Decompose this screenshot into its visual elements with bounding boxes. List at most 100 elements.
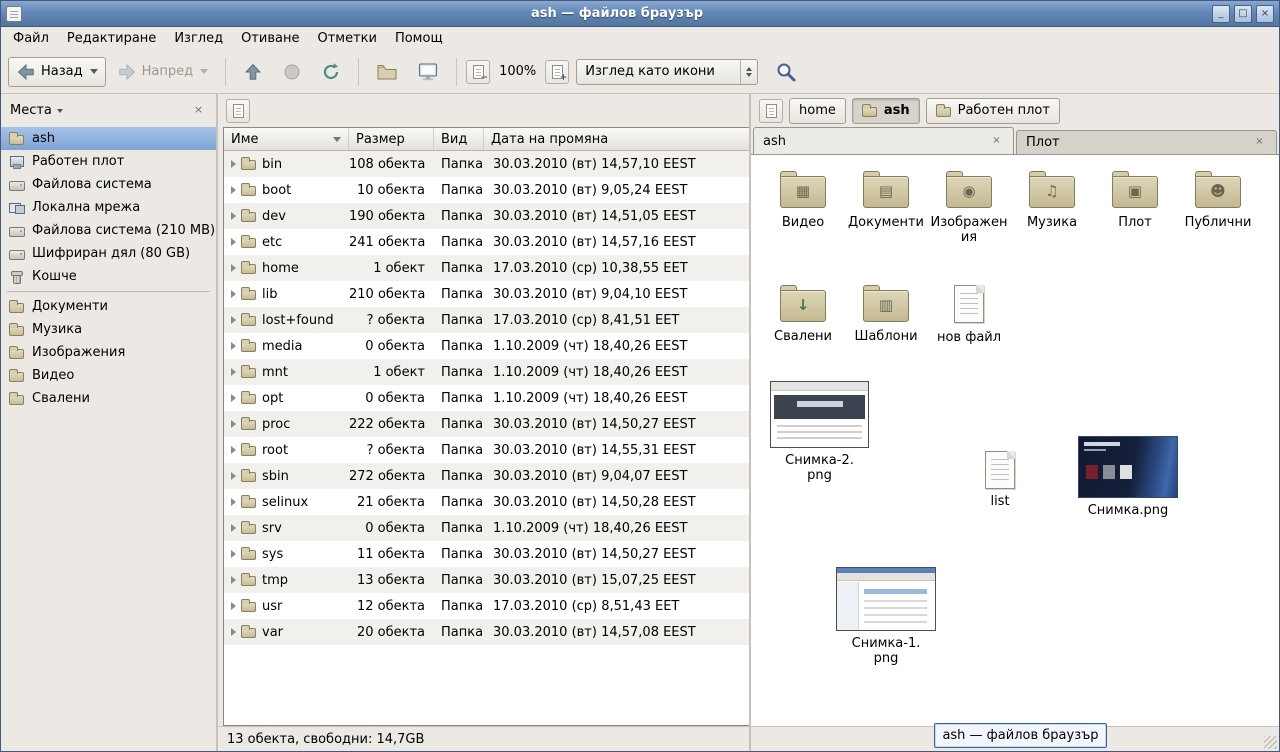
icon-item-music[interactable]: ♫ Музика	[1012, 171, 1092, 230]
sidebar-item-filesystem-210mb[interactable]: Файлова система (210 MB)	[1, 219, 216, 242]
sidebar-item-local-network[interactable]: Локална мрежа	[1, 196, 216, 219]
sidebar-title[interactable]: Места	[10, 103, 52, 118]
icon-item-downloads[interactable]: ↓ Свалени	[763, 285, 843, 344]
sidebar-item-downloads[interactable]: Свалени	[1, 387, 216, 410]
maximize-button[interactable]: □	[1234, 5, 1252, 23]
sidebar-item-encrypted-80gb[interactable]: Шифриран дял (80 GB)	[1, 242, 216, 265]
table-row-sbin[interactable]: sbin272 обектаПапка30.03.2010 (вт) 9,04,…	[224, 463, 749, 489]
menu-go[interactable]: Отиване	[232, 27, 308, 50]
icon-item-video[interactable]: ▦ Видео	[763, 171, 843, 230]
table-row-home[interactable]: home1 обектПапка17.03.2010 (ср) 10,38,55…	[224, 255, 749, 281]
table-row-proc[interactable]: proc222 обектаПапка30.03.2010 (вт) 14,50…	[224, 411, 749, 437]
table-row-selinux[interactable]: selinux21 обектаПапка30.03.2010 (вт) 14,…	[224, 489, 749, 515]
breadcrumb-desktop[interactable]: Работен плот	[926, 98, 1060, 124]
table-row-srv[interactable]: srv0 обектаПапка1.10.2009 (чт) 18,40,26 …	[224, 515, 749, 541]
combo-spinner[interactable]	[740, 60, 757, 84]
expander-icon[interactable]	[231, 524, 236, 532]
icon-item-desktop-folder[interactable]: ▣ Плот	[1095, 171, 1175, 230]
stop-button[interactable]	[274, 57, 310, 87]
expander-icon[interactable]	[231, 628, 236, 636]
expander-icon[interactable]	[231, 576, 236, 584]
column-header-type[interactable]: Вид	[434, 128, 484, 150]
icon-item-public[interactable]: ☻ Публични	[1178, 171, 1258, 230]
home-button[interactable]	[368, 56, 406, 88]
search-button[interactable]	[767, 56, 805, 88]
icon-item-documents[interactable]: ▤ Документи	[846, 171, 926, 230]
table-row-mnt[interactable]: mnt1 обектПапка1.10.2009 (чт) 18,40,26 E…	[224, 359, 749, 385]
close-button[interactable]: ×	[1256, 5, 1274, 23]
icon-item-templates[interactable]: ▥ Шаблони	[846, 285, 926, 344]
expander-icon[interactable]	[231, 290, 236, 298]
table-row-dev[interactable]: dev190 обектаПапка30.03.2010 (вт) 14,51,…	[224, 203, 749, 229]
view-mode-combobox[interactable]: Изглед като икони	[576, 59, 758, 85]
icon-item-snimka-2[interactable]: Снимка-2.png	[769, 381, 870, 483]
tab-close-icon[interactable]: ×	[989, 134, 1004, 149]
expander-icon[interactable]	[231, 446, 236, 454]
sidebar-item-music[interactable]: Музика	[1, 318, 216, 341]
expander-icon[interactable]	[231, 368, 236, 376]
column-header-name[interactable]: Име	[224, 128, 349, 150]
expander-icon[interactable]	[231, 498, 236, 506]
sidebar-item-pictures[interactable]: Изображения	[1, 341, 216, 364]
menu-view[interactable]: Изглед	[165, 27, 232, 50]
expander-icon[interactable]	[231, 472, 236, 480]
icon-view[interactable]: ▦ Видео ▤ Документи ◉ Изображения ♫ Музи…	[751, 154, 1279, 726]
breadcrumb-home[interactable]: home	[789, 98, 846, 124]
table-row-sys[interactable]: sys11 обектаПапка30.03.2010 (вт) 14,50,2…	[224, 541, 749, 567]
location-toggle-button[interactable]	[759, 99, 783, 123]
table-row-media[interactable]: media0 обектаПапка1.10.2009 (чт) 18,40,2…	[224, 333, 749, 359]
table-row-root[interactable]: root? обектаПапка30.03.2010 (вт) 14,55,3…	[224, 437, 749, 463]
resize-grip[interactable]	[1264, 736, 1277, 749]
icon-item-list[interactable]: list	[967, 451, 1033, 509]
table-row-boot[interactable]: boot10 обектаПапка30.03.2010 (вт) 9,05,2…	[224, 177, 749, 203]
table-row-tmp[interactable]: tmp13 обектаПапка30.03.2010 (вт) 15,07,2…	[224, 567, 749, 593]
expander-icon[interactable]	[231, 264, 236, 272]
table-row-usr[interactable]: usr12 обектаПапка17.03.2010 (ср) 8,51,43…	[224, 593, 749, 619]
expander-icon[interactable]	[231, 550, 236, 558]
titlebar[interactable]: ash — файлов браузър _ □ ×	[1, 1, 1279, 27]
menu-help[interactable]: Помощ	[386, 27, 452, 50]
reload-button[interactable]	[313, 57, 349, 87]
back-history-caret-icon[interactable]	[90, 69, 98, 74]
sidebar-item-documents[interactable]: Документи	[1, 295, 216, 318]
computer-button[interactable]	[409, 56, 447, 88]
column-header-size[interactable]: Размер	[349, 128, 434, 150]
expander-icon[interactable]	[231, 342, 236, 350]
forward-button[interactable]: Напред	[109, 57, 216, 87]
sidebar-item-desktop[interactable]: Работен плот	[1, 150, 216, 173]
expander-icon[interactable]	[231, 212, 236, 220]
table-row-var[interactable]: var20 обектаПапка30.03.2010 (вт) 14,57,0…	[224, 619, 749, 645]
sidebar-item-ash[interactable]: ash	[1, 127, 216, 150]
location-toggle-button[interactable]	[226, 99, 250, 123]
sidebar-close-button[interactable]: ×	[190, 102, 207, 119]
table-row-etc[interactable]: etc241 обектаПапка30.03.2010 (вт) 14,57,…	[224, 229, 749, 255]
expander-icon[interactable]	[231, 186, 236, 194]
expander-icon[interactable]	[231, 238, 236, 246]
sidebar-mode-caret-icon[interactable]	[57, 109, 63, 113]
menu-edit[interactable]: Редактиране	[58, 27, 165, 50]
table-row-bin[interactable]: bin108 обектаПапка30.03.2010 (вт) 14,57,…	[224, 151, 749, 177]
breadcrumb-ash[interactable]: ash	[852, 98, 920, 124]
expander-icon[interactable]	[231, 420, 236, 428]
sidebar-item-videos[interactable]: Видео	[1, 364, 216, 387]
up-button[interactable]	[235, 57, 271, 87]
table-row-lib[interactable]: lib210 обектаПапка30.03.2010 (вт) 9,04,1…	[224, 281, 749, 307]
icon-item-new-file[interactable]: нов файл	[929, 285, 1009, 345]
expander-icon[interactable]	[231, 394, 236, 402]
sidebar-item-trash[interactable]: Кошче	[1, 265, 216, 288]
tab-ash[interactable]: ash ×	[753, 127, 1014, 154]
table-row-lost-found[interactable]: lost+found? обектаПапка17.03.2010 (ср) 8…	[224, 307, 749, 333]
icon-item-snimka[interactable]: Снимка.png	[1077, 436, 1179, 518]
expander-icon[interactable]	[231, 160, 236, 168]
minimize-button[interactable]: _	[1212, 5, 1230, 23]
menu-file[interactable]: Файл	[4, 27, 58, 50]
tab-plot[interactable]: Плот ×	[1016, 130, 1277, 154]
column-header-date[interactable]: Дата на промяна	[484, 128, 749, 150]
expander-icon[interactable]	[231, 602, 236, 610]
zoom-out-button[interactable]: −	[466, 60, 490, 84]
back-button[interactable]: Назад	[8, 57, 106, 87]
table-row-opt[interactable]: opt0 обектаПапка1.10.2009 (чт) 18,40,26 …	[224, 385, 749, 411]
expander-icon[interactable]	[231, 316, 236, 324]
tab-close-icon[interactable]: ×	[1252, 135, 1267, 150]
icon-item-snimka-1[interactable]: Снимка-1.png	[835, 567, 937, 666]
